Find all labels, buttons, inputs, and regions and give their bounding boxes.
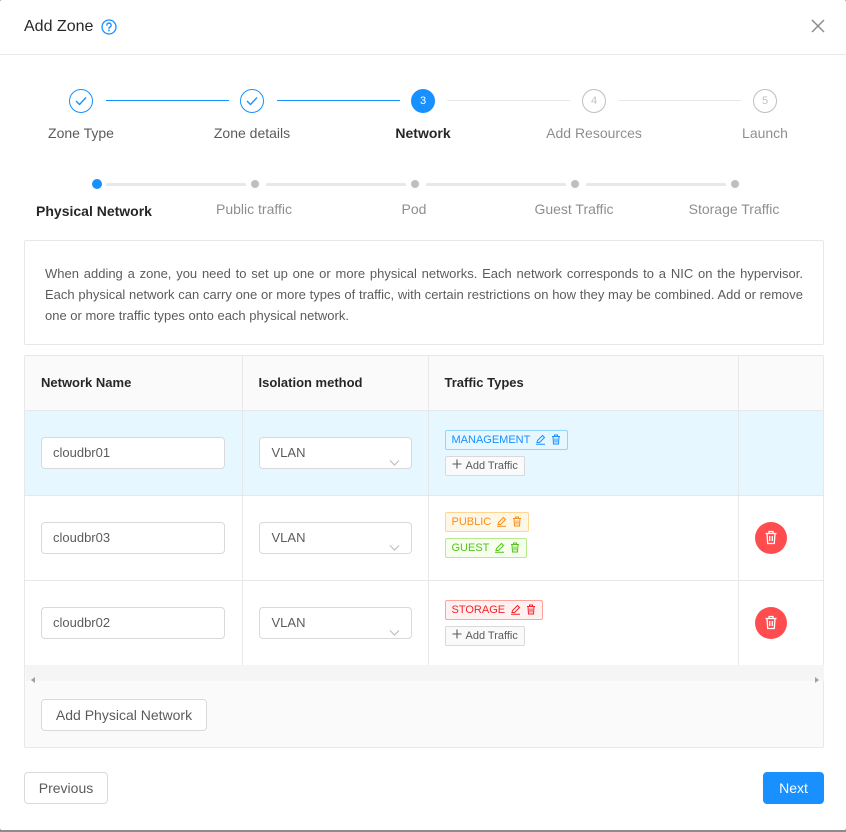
step-connector: [447, 100, 570, 101]
traffic-tag-label: PUBLIC: [451, 515, 492, 528]
step-connector: [277, 100, 400, 101]
close-icon[interactable]: [810, 18, 826, 34]
network-name-input[interactable]: cloudbr01: [41, 436, 225, 469]
plus-icon: [452, 459, 462, 472]
step-2-label: Zone details: [213, 125, 291, 141]
traffic-tag-management: MANAGEMENT: [444, 429, 569, 450]
delete-network-button[interactable]: [754, 521, 787, 554]
description-panel: When adding a zone, you need to set up o…: [24, 240, 824, 345]
step-3-number: 3: [411, 89, 435, 113]
step-connector: [106, 100, 229, 101]
traffic-tag-public: PUBLIC: [444, 511, 530, 532]
trash-icon: [765, 530, 776, 545]
isolation-method-select[interactable]: VLAN: [258, 521, 412, 554]
substep-1-label: Physical Network: [36, 203, 152, 219]
delete-icon[interactable]: [551, 434, 561, 445]
table-row: cloudbr01 VLAN MANAGEMENT Add Traffic: [25, 410, 823, 496]
step-5-label: Launch: [742, 125, 788, 141]
add-traffic-label: Add Traffic: [465, 629, 518, 642]
substep-5-label: Storage Traffic: [688, 201, 780, 217]
substep-connector: [266, 183, 406, 186]
isolation-method-value: VLAN: [271, 529, 306, 545]
scroll-right-icon[interactable]: [814, 670, 819, 686]
delete-icon[interactable]: [510, 542, 520, 553]
edit-icon[interactable]: [535, 434, 546, 445]
step-3-label: Network: [395, 125, 451, 141]
edit-icon[interactable]: [496, 516, 507, 527]
trash-icon: [765, 615, 776, 630]
substep-4-label: Guest Traffic: [534, 201, 614, 217]
help-icon[interactable]: [101, 19, 118, 35]
substep-1-dot: [92, 179, 102, 189]
step-4-label: Add Resources: [546, 125, 642, 141]
scroll-left-icon[interactable]: [31, 670, 36, 686]
add-traffic-button[interactable]: Add Traffic: [444, 625, 525, 646]
step-2-check-icon: [240, 89, 264, 113]
table-row: cloudbr02 VLAN STORAGE Add Traffic: [25, 580, 823, 666]
edit-icon[interactable]: [510, 604, 521, 615]
wizard-steps: 3 4 5 Zone Type Zone details Network Add…: [0, 86, 846, 146]
substep-2-dot: [251, 180, 259, 188]
substep-3-dot: [411, 180, 419, 188]
traffic-tag-label: MANAGEMENT: [451, 433, 531, 446]
next-button[interactable]: Next: [763, 772, 824, 804]
substep-2-label: Public traffic: [216, 201, 292, 217]
delete-network-button[interactable]: [754, 606, 787, 639]
modal-header: Add Zone: [0, 0, 846, 55]
traffic-tag-storage: STORAGE: [444, 599, 544, 620]
step-1-label: Zone Type: [48, 125, 114, 141]
network-substeps: Physical Network Public traffic Pod Gues…: [0, 177, 846, 221]
plus-icon: [452, 629, 462, 642]
network-name-input[interactable]: cloudbr02: [41, 606, 225, 639]
add-traffic-button[interactable]: Add Traffic: [444, 455, 525, 476]
modal-title-text: Add Zone: [24, 18, 94, 35]
traffic-tag-guest: GUEST: [444, 537, 528, 558]
network-name-input[interactable]: cloudbr03: [41, 521, 225, 554]
header-network-name: Network Name: [25, 356, 243, 411]
step-1-check-icon: [69, 89, 93, 113]
traffic-tag-label: GUEST: [451, 541, 490, 554]
substep-connector: [426, 183, 566, 186]
substep-4-dot: [571, 180, 579, 188]
chevron-down-icon: [389, 448, 400, 478]
header-actions: [738, 356, 823, 411]
horizontal-scrollbar[interactable]: [26, 665, 824, 683]
isolation-method-value: VLAN: [271, 614, 306, 630]
add-zone-modal: Add Zone 3 4 5 Zone Type Zone details Ne…: [0, 0, 846, 830]
table-header-row: Network Name Isolation method Traffic Ty…: [25, 356, 823, 411]
modal-title: Add Zone: [24, 18, 118, 36]
add-physical-network-button[interactable]: Add Physical Network: [41, 699, 207, 731]
step-connector: [618, 100, 741, 101]
isolation-method-select[interactable]: VLAN: [258, 606, 412, 639]
add-traffic-label: Add Traffic: [465, 459, 518, 472]
row-actions: [738, 410, 823, 496]
step-4-number: 4: [582, 89, 606, 113]
substep-3-label: Pod: [401, 201, 427, 217]
isolation-method-select[interactable]: VLAN: [258, 436, 412, 469]
header-traffic-types: Traffic Types: [428, 356, 739, 411]
chevron-down-icon: [389, 533, 400, 563]
step-5-number: 5: [753, 89, 777, 113]
isolation-method-value: VLAN: [271, 444, 306, 460]
substep-connector: [586, 183, 726, 186]
delete-icon[interactable]: [526, 604, 536, 615]
edit-icon[interactable]: [494, 542, 505, 553]
substep-connector: [106, 183, 246, 186]
chevron-down-icon: [389, 618, 400, 648]
substep-5-dot: [731, 180, 739, 188]
previous-button[interactable]: Previous: [24, 772, 108, 804]
physical-network-table: Network Name Isolation method Traffic Ty…: [24, 355, 824, 748]
table-row: cloudbr03 VLAN PUBLIC GUEST: [25, 495, 823, 581]
delete-icon[interactable]: [512, 516, 522, 527]
traffic-tag-label: STORAGE: [451, 603, 506, 616]
header-isolation-method: Isolation method: [242, 356, 429, 411]
